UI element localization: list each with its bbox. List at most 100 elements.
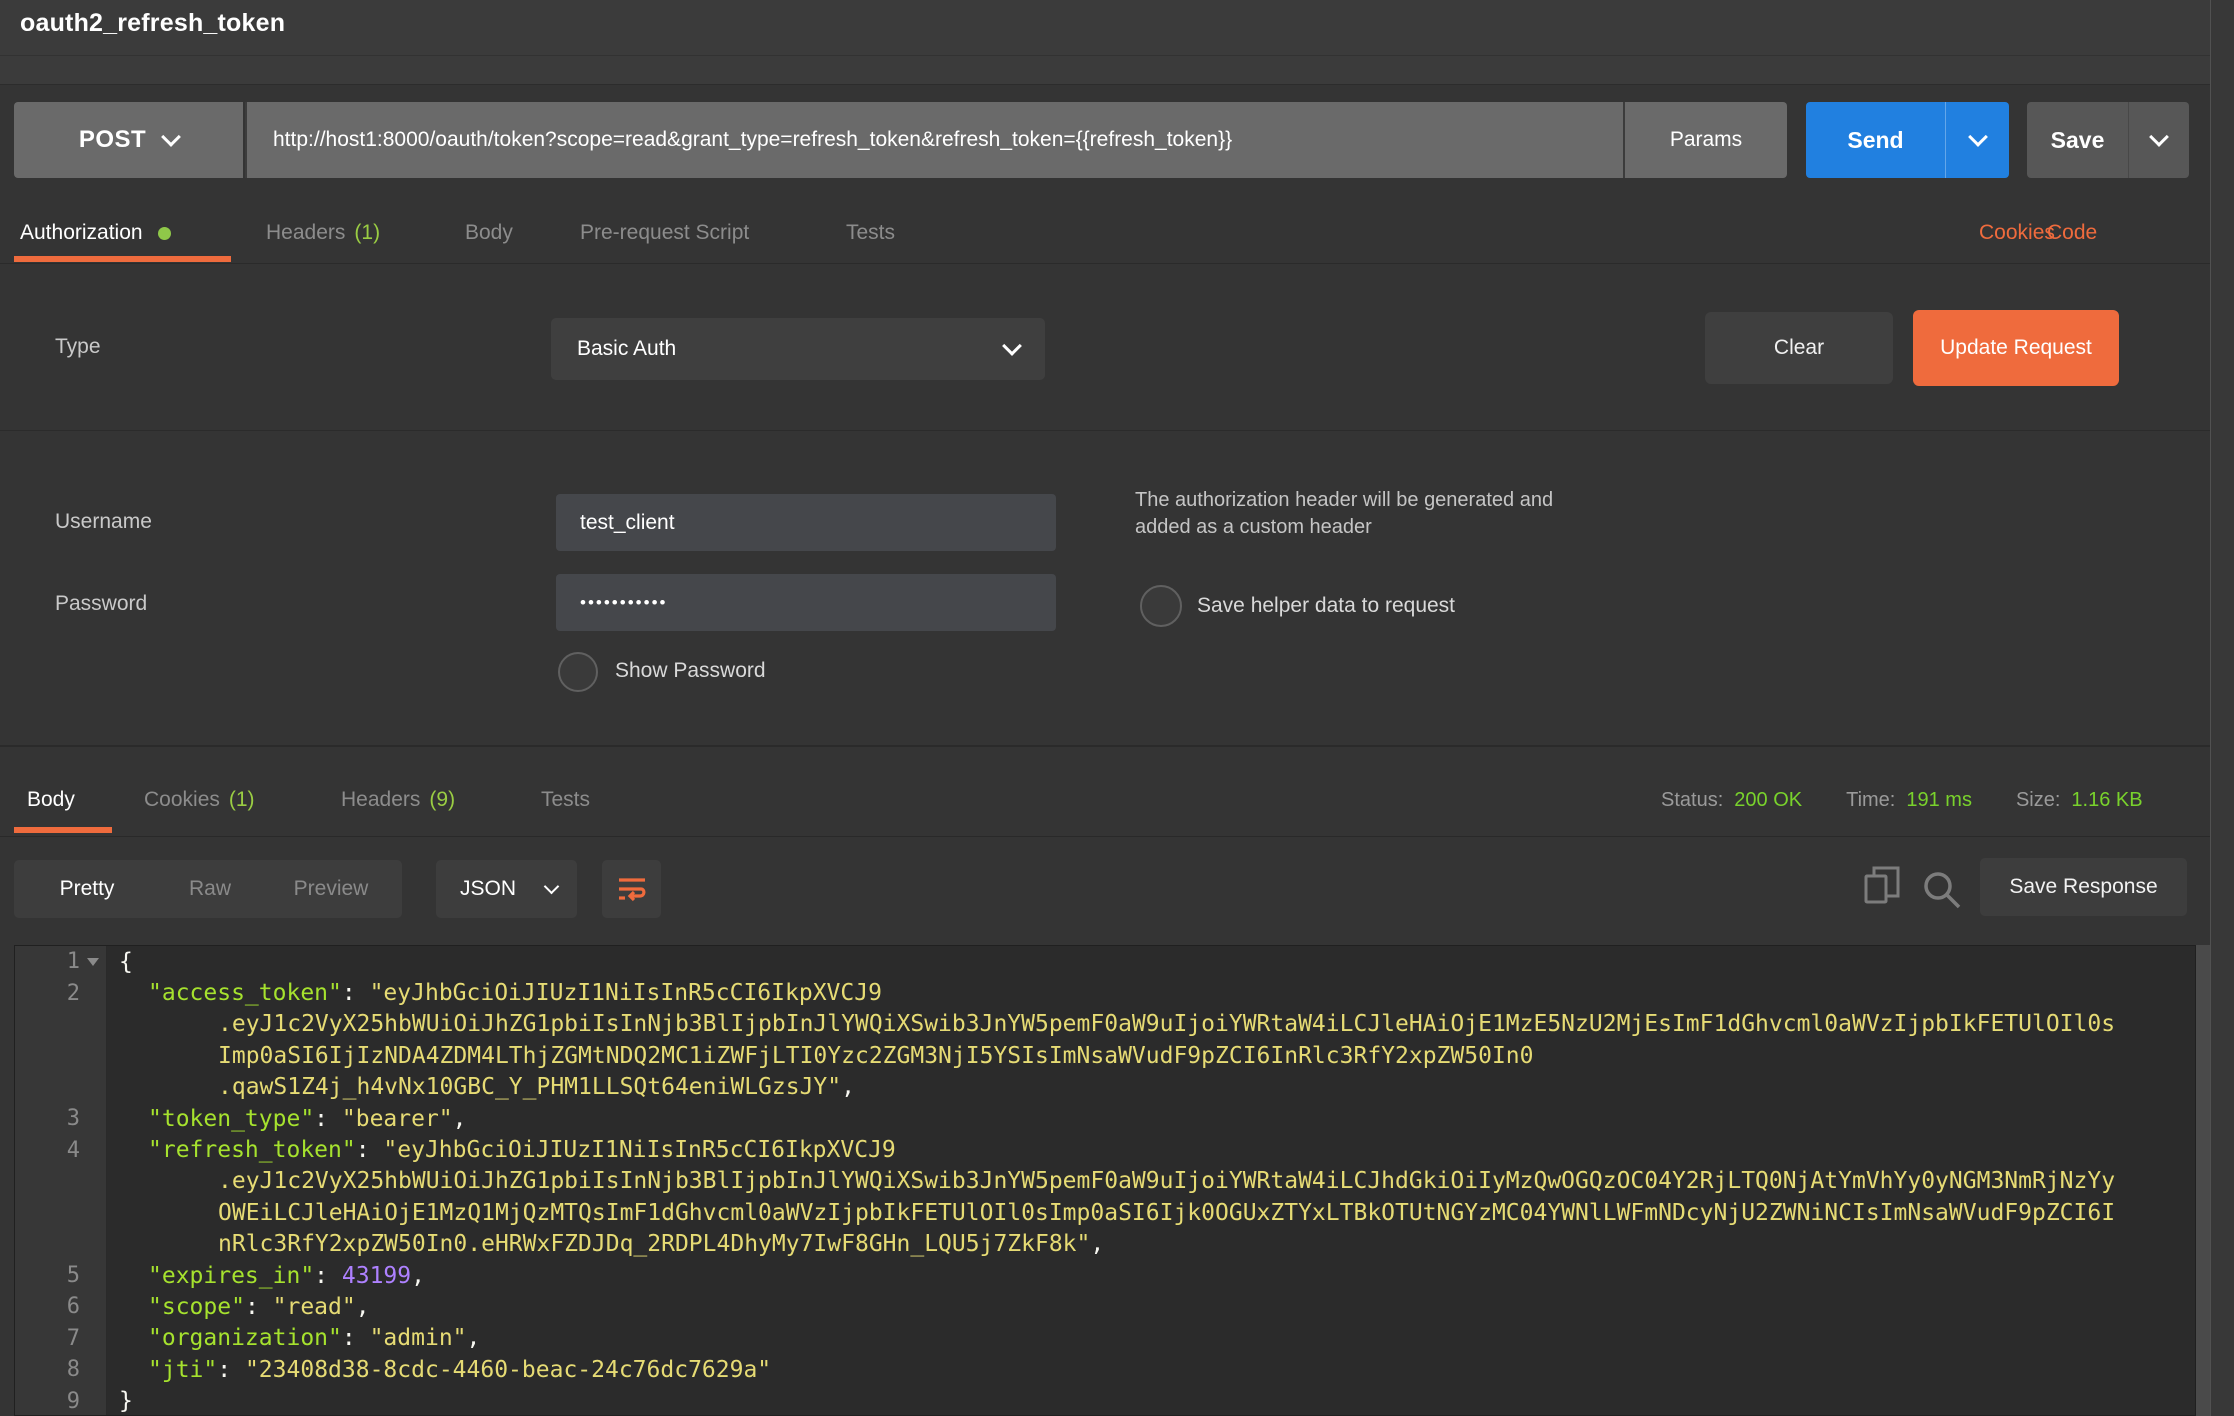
line-number-cell: 8 (15, 1357, 106, 1382)
clear-button[interactable]: Clear (1705, 312, 1893, 384)
title-bar-divider (0, 55, 2234, 56)
send-button[interactable]: Send (1806, 102, 2009, 178)
response-tab-body[interactable]: Body (27, 788, 75, 812)
token-punct: , (467, 1325, 481, 1351)
code-text: .eyJ1c2VyX25hbWUiOiJhZG1pbiIsInNjb3BlIjp… (106, 1168, 2115, 1194)
token-key: "scope" (148, 1294, 245, 1320)
response-size: Size:1.16 KB (2016, 789, 2143, 812)
method-dropdown[interactable]: POST (14, 102, 243, 178)
code-text: .qawS1Z4j_h4vNx10GBC_Y_PHM1LLSQt64eniWLG… (106, 1074, 855, 1100)
token-str: .qawS1Z4j_h4vNx10GBC_Y_PHM1LLSQt64eniWLG… (218, 1074, 841, 1100)
token-str: "admin" (370, 1325, 467, 1351)
view-pretty[interactable]: Pretty (14, 860, 160, 918)
token-brace: } (119, 1388, 133, 1414)
code-text: Imp0aSI6IjIzNDA4ZDM4LThjZGMtNDQ2MC1iZWFj… (106, 1043, 1533, 1069)
send-options-button[interactable] (1945, 102, 2009, 178)
response-tab-tests[interactable]: Tests (541, 788, 590, 812)
active-tab-indicator (14, 256, 231, 262)
token-brace: { (119, 949, 133, 975)
password-label: Password (55, 592, 147, 616)
window-edge (2211, 0, 2234, 1416)
response-tab-headers[interactable]: Headers (9) (341, 788, 455, 812)
tab-pre-request-script[interactable]: Pre-request Script (580, 221, 749, 245)
tab-authorization[interactable]: Authorization (20, 221, 171, 245)
view-preview[interactable]: Preview (260, 860, 402, 918)
copy-button[interactable] (1862, 864, 1902, 912)
view-raw[interactable]: Raw (160, 860, 260, 918)
tab-count-badge: (9) (429, 788, 455, 812)
auth-type-value: Basic Auth (551, 337, 1005, 361)
auth-type-dropdown[interactable]: Basic Auth (551, 318, 1045, 380)
username-label: Username (55, 510, 152, 534)
line-number: 1 (15, 949, 80, 974)
scrollbar[interactable] (2196, 945, 2210, 1416)
token-key: "access_token" (148, 980, 342, 1006)
line-number-cell: 2 (15, 981, 106, 1006)
search-icon (1920, 868, 1964, 912)
line-number-cell: 6 (15, 1294, 106, 1319)
tab-label: Body (27, 788, 75, 812)
tab-tests[interactable]: Tests (846, 221, 895, 245)
code-line: .qawS1Z4j_h4vNx10GBC_Y_PHM1LLSQt64eniWLG… (15, 1072, 2195, 1103)
divider (0, 430, 2234, 431)
token-str: "23408d38-8cdc-4460-beac-24c76dc7629a" (245, 1357, 771, 1383)
line-number-cell: 4 (15, 1138, 106, 1163)
url-text: http://host1:8000/oauth/token?scope=read… (247, 128, 1232, 152)
wrap-text-button[interactable] (602, 860, 661, 918)
response-tab-cookies[interactable]: Cookies(1) (144, 788, 255, 812)
password-input[interactable]: ••••••••••• (556, 574, 1056, 631)
tab-label: Headers (266, 221, 345, 245)
code-lines: 1 {2"access_token": "eyJhbGciOiJIUzI1NiIs… (15, 946, 2195, 1416)
code-line: 5"expires_in": 43199, (15, 1260, 2195, 1291)
show-password-toggle[interactable] (558, 652, 598, 692)
save-helper-toggle[interactable] (1140, 585, 1182, 627)
tab-body[interactable]: Body (465, 221, 513, 245)
line-number-cell: 3 (15, 1106, 106, 1131)
cookies-link[interactable]: Cookies (1979, 221, 2055, 245)
line-number: 9 (15, 1389, 80, 1414)
format-value: JSON (436, 877, 546, 901)
format-dropdown[interactable]: JSON (436, 860, 577, 918)
postman-window: oauth2_refresh_token POST http://host1:8… (0, 0, 2234, 1416)
code-link[interactable]: Code (2047, 221, 2097, 245)
tab-label: Cookies (144, 788, 220, 812)
line-number: 7 (15, 1326, 80, 1351)
save-options-button[interactable] (2128, 102, 2189, 178)
meta-label: Time: (1846, 789, 1895, 812)
url-input[interactable]: http://host1:8000/oauth/token?scope=read… (245, 102, 1623, 178)
line-number-cell: 1 (15, 949, 106, 974)
token-num: 43199 (342, 1263, 411, 1289)
code-line: .eyJ1c2VyX25hbWUiOiJhZG1pbiIsInNjb3BlIjp… (15, 1166, 2195, 1197)
params-button[interactable]: Params (1623, 102, 1787, 178)
line-number: 8 (15, 1357, 80, 1382)
token-str: OWEiLCJleHAiOjE1MzQ1MjQzMTQsImF1dGhvcml0… (218, 1200, 2115, 1226)
send-label[interactable]: Send (1806, 102, 1945, 178)
code-line: OWEiLCJleHAiOjE1MzQ1MjQzMTQsImF1dGhvcml0… (15, 1197, 2195, 1228)
token-key: "jti" (148, 1357, 217, 1383)
token-str: .eyJ1c2VyX25hbWUiOiJhZG1pbiIsInNjb3BlIjp… (218, 1168, 2115, 1194)
username-value: test_client (556, 511, 675, 535)
show-password-label: Show Password (615, 659, 766, 683)
tab-label: Headers (341, 788, 420, 812)
divider (0, 263, 2234, 264)
token-str: nRlc3RfY2xpZW50In0.eHRWxFZDJDq_2RDPL4Dhy… (218, 1231, 1090, 1257)
tab-label: Body (465, 221, 513, 245)
password-value: ••••••••••• (556, 593, 667, 613)
response-status: Status:200 OK (1661, 789, 1802, 812)
request-tabs: Authorization Headers(1) Body Pre-request S… (0, 200, 2234, 264)
save-response-button[interactable]: Save Response (1980, 858, 2187, 916)
search-button[interactable] (1920, 868, 1964, 912)
username-input[interactable]: test_client (556, 494, 1056, 551)
save-label[interactable]: Save (2027, 102, 2128, 178)
tab-headers[interactable]: Headers(1) (266, 221, 380, 245)
tab-label: Tests (541, 788, 590, 812)
token-punct: , (453, 1106, 467, 1132)
divider (0, 836, 2234, 837)
code-text: "access_token": "eyJhbGciOiJIUzI1NiIsInR… (106, 980, 882, 1006)
caret-cell (80, 958, 106, 966)
fold-caret-icon[interactable] (87, 958, 99, 966)
token-punct: : (314, 1106, 342, 1132)
update-request-button[interactable]: Update Request (1913, 310, 2119, 386)
response-time: Time:191 ms (1846, 789, 1972, 812)
save-button[interactable]: Save (2027, 102, 2189, 178)
